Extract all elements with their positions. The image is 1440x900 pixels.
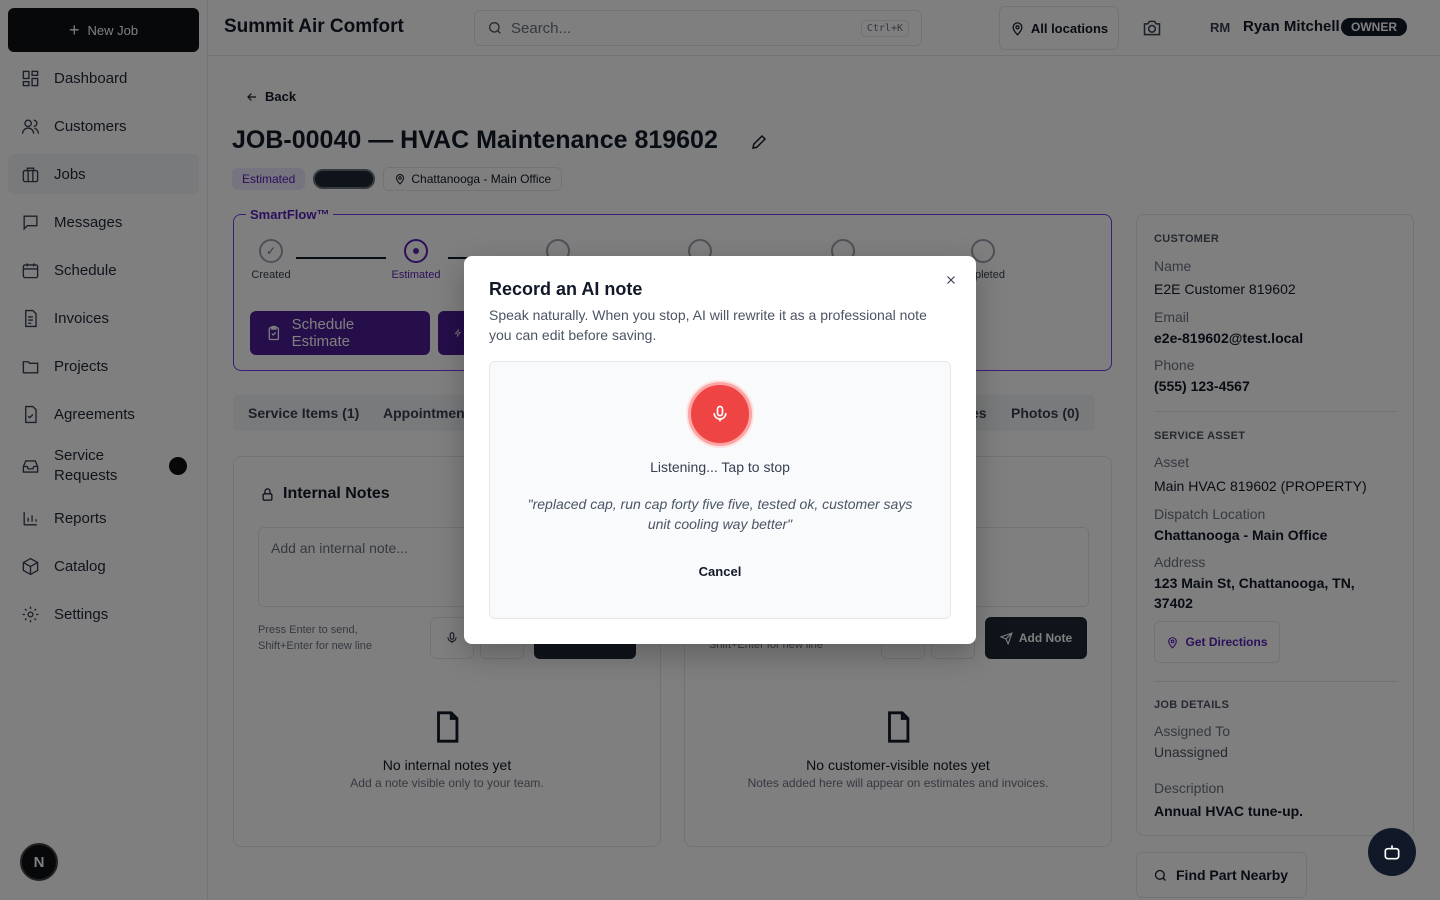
recording-status: Listening... Tap to stop bbox=[650, 459, 790, 475]
dialog-description: Speak naturally. When you stop, AI will … bbox=[489, 307, 927, 343]
live-transcript: "replaced cap, run cap forty five five, … bbox=[527, 496, 913, 532]
recording-panel: Listening... Tap to stop "replaced cap, … bbox=[489, 361, 951, 619]
bot-icon bbox=[1384, 845, 1400, 860]
stop-recording-button[interactable] bbox=[688, 382, 752, 446]
ai-assistant-button[interactable] bbox=[1368, 828, 1416, 876]
dialog-title: Record an AI note bbox=[489, 279, 643, 299]
ai-note-dialog: Record an AI note Speak naturally. When … bbox=[464, 256, 976, 644]
cancel-button[interactable]: Cancel bbox=[680, 560, 760, 584]
microphone-icon bbox=[713, 405, 727, 422]
close-icon bbox=[947, 276, 955, 284]
close-button[interactable] bbox=[942, 271, 960, 289]
